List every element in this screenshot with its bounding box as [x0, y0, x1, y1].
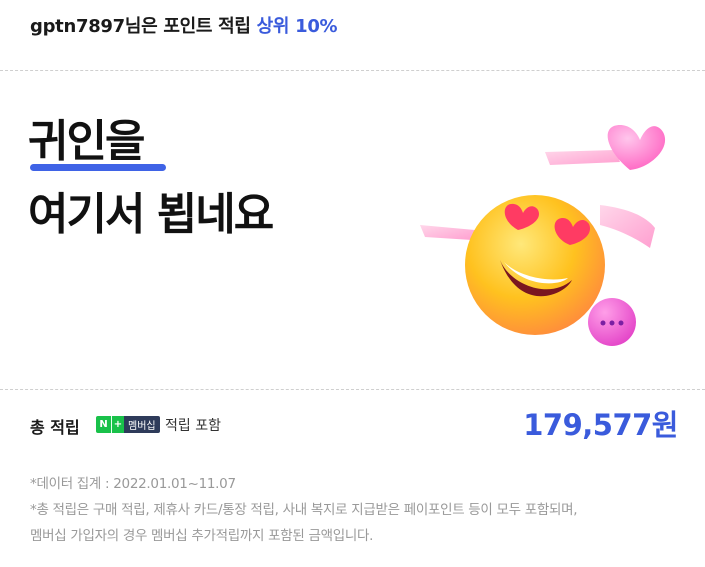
membership-label: 멤버십: [124, 416, 160, 433]
footnote-line: 멤버십 가입자의 경우 멤버십 추가적립까지 포함된 금액입니다.: [30, 528, 374, 544]
include-text: 적립 포함: [165, 418, 221, 434]
footnote-line: *데이터 집계 : 2022.01.01~11.07: [30, 476, 236, 492]
header-user-text: gptn7897님은 포인트 적립: [30, 16, 251, 37]
hero-line-2: 여기서 뵙네요: [28, 189, 274, 240]
footnotes: *데이터 집계 : 2022.01.01~11.07 *총 적립은 구매 적립,…: [30, 471, 578, 549]
naver-membership-badge: N + 멤버십: [96, 416, 160, 433]
top-divider: [0, 70, 705, 71]
footnote-line: *총 적립은 구매 적립, 제휴사 카드/통장 적립, 사내 복지로 지급받은 …: [30, 502, 578, 518]
total-amount: 179,577원: [523, 408, 678, 442]
plus-icon: +: [111, 416, 124, 433]
hero-line-1: 귀인을: [28, 116, 145, 167]
header-rank-text: 상위 10%: [256, 16, 338, 37]
bottom-divider: [0, 389, 705, 390]
heart-eyes-emoji-icon: [420, 125, 666, 346]
naver-n-icon: N: [96, 416, 111, 433]
header-title: gptn7897님은 포인트 적립 상위 10%: [30, 12, 338, 38]
total-label: 총 적립: [30, 418, 80, 437]
